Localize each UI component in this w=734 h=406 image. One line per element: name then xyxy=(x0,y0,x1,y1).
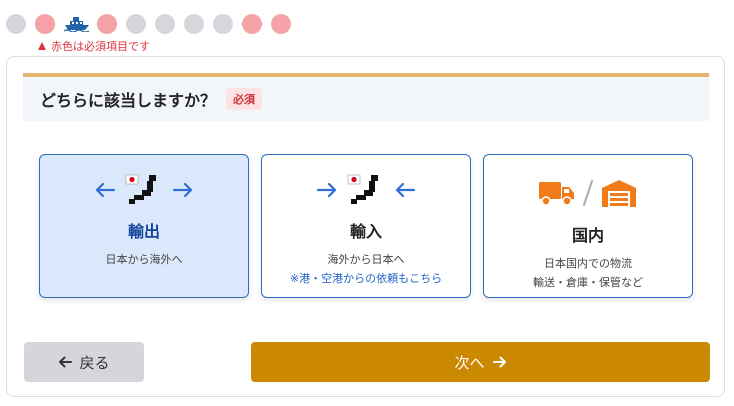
option-subtitle-line: 日本国内での物流 xyxy=(544,257,632,270)
option-subtitle: 日本から海外へ xyxy=(105,253,183,266)
option-title: 国内 xyxy=(571,226,604,245)
step-dot[interactable] xyxy=(35,14,55,34)
option-title: 輸出 xyxy=(127,222,160,241)
domestic-icons xyxy=(484,177,692,209)
japan-map-icon xyxy=(347,174,378,204)
required-badge: 必須 xyxy=(226,88,263,110)
back-button-label: 戻る xyxy=(79,353,110,372)
arrow-left-icon xyxy=(95,182,116,198)
japan-map-icon xyxy=(125,174,156,204)
required-note: 赤色は必須項目です xyxy=(38,38,150,54)
option-export-card[interactable]: 輸出 日本から海外へ xyxy=(39,154,249,298)
step-dot[interactable] xyxy=(242,14,262,34)
option-title: 輸入 xyxy=(349,222,382,241)
option-subtitle-line: 輸送・倉庫・保管など xyxy=(533,276,643,289)
ship-icon[interactable] xyxy=(64,14,90,34)
arrow-left-icon xyxy=(58,356,73,368)
step-dot[interactable] xyxy=(213,14,233,34)
wizard-root: 赤色は必須項目です どちらに該当しますか？ 必須 輸出 日本から海外へ 輸入 海… xyxy=(0,0,734,406)
question-panel: どちらに該当しますか？ 必須 輸出 日本から海外へ 輸入 海外から日本へ ※港・… xyxy=(6,56,725,397)
arrow-right-icon xyxy=(172,182,193,198)
next-button-label: 次へ xyxy=(454,353,485,372)
option-domestic-card[interactable]: 国内 日本国内での物流 輸送・倉庫・保管など xyxy=(483,154,693,298)
import-icons xyxy=(262,174,470,206)
next-button[interactable]: 次へ xyxy=(251,342,710,382)
question-header: どちらに該当しますか？ 必須 xyxy=(23,73,709,121)
warning-triangle-icon xyxy=(38,42,46,50)
step-indicator xyxy=(6,13,300,35)
arrow-right-icon xyxy=(492,356,507,368)
option-note-link[interactable]: ※港・空港からの依頼もこちら xyxy=(262,270,470,286)
option-import-card[interactable]: 輸入 海外から日本へ ※港・空港からの依頼もこちら xyxy=(261,154,471,298)
option-subtitle: 海外から日本へ xyxy=(327,253,405,266)
truck-icon xyxy=(539,182,574,206)
export-icons xyxy=(40,174,248,206)
step-dot[interactable] xyxy=(271,14,291,34)
back-button[interactable]: 戻る xyxy=(24,342,144,382)
arrow-right-icon xyxy=(316,182,337,198)
required-note-text: 赤色は必須項目です xyxy=(51,40,150,53)
question-title: どちらに該当しますか？ xyxy=(40,91,217,110)
step-dot[interactable] xyxy=(184,14,204,34)
step-dot[interactable] xyxy=(126,14,146,34)
warehouse-icon xyxy=(602,180,636,207)
arrow-left-icon xyxy=(395,182,416,198)
slash-icon xyxy=(583,180,593,206)
step-dot[interactable] xyxy=(155,14,175,34)
step-dot[interactable] xyxy=(6,14,26,34)
step-dot[interactable] xyxy=(97,14,117,34)
